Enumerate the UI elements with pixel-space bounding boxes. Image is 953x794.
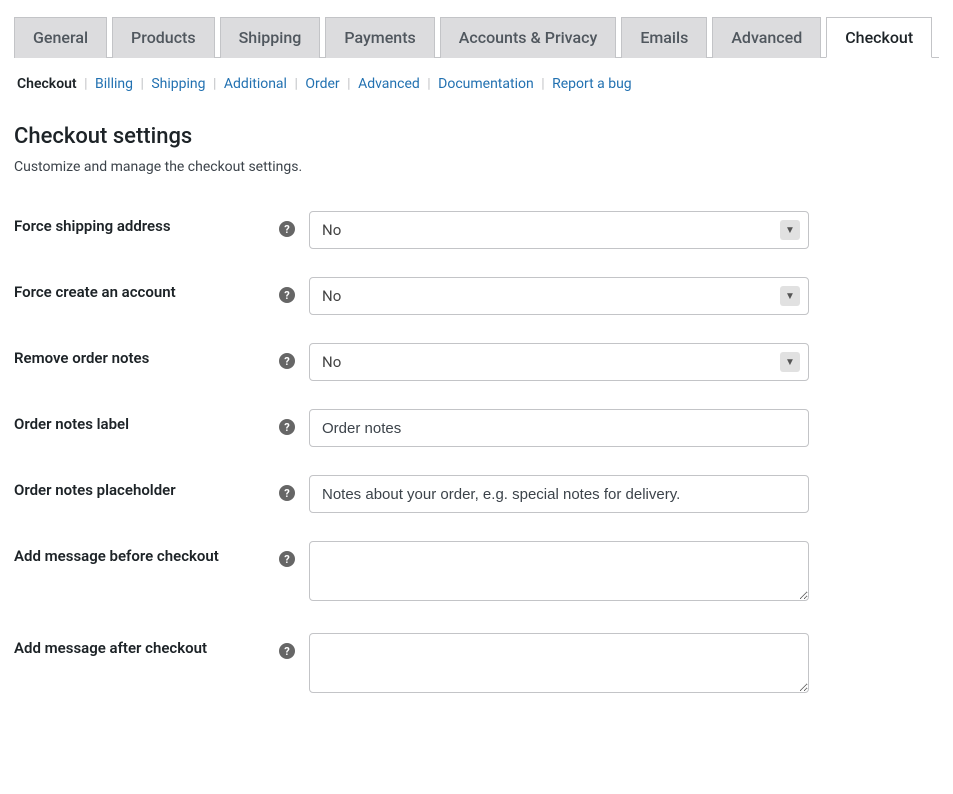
- row-force-shipping-address: Force shipping address ? No ▼: [14, 197, 939, 263]
- label-msg-before-checkout: Add message before checkout: [14, 527, 279, 619]
- help-icon[interactable]: ?: [279, 287, 295, 303]
- section-description: Customize and manage the checkout settin…: [14, 159, 939, 175]
- subnav-additional[interactable]: Additional: [224, 76, 287, 92]
- help-icon[interactable]: ?: [279, 353, 295, 369]
- select-value: No: [322, 287, 341, 305]
- section-title: Checkout settings: [14, 124, 939, 149]
- input-order-notes-placeholder[interactable]: [309, 475, 809, 513]
- row-msg-after-checkout: Add message after checkout ?: [14, 619, 939, 711]
- subnav-order[interactable]: Order: [305, 76, 339, 92]
- label-remove-order-notes: Remove order notes: [14, 329, 279, 395]
- row-msg-before-checkout: Add message before checkout ?: [14, 527, 939, 619]
- tab-general[interactable]: General: [14, 17, 107, 58]
- row-order-notes-placeholder: Order notes placeholder ?: [14, 461, 939, 527]
- tab-products[interactable]: Products: [112, 17, 215, 58]
- subnav-checkout[interactable]: Checkout: [17, 76, 77, 92]
- chevron-down-icon: ▼: [780, 286, 800, 306]
- row-force-create-account: Force create an account ? No ▼: [14, 263, 939, 329]
- input-order-notes-label[interactable]: [309, 409, 809, 447]
- tab-accounts-privacy[interactable]: Accounts & Privacy: [440, 17, 617, 58]
- tab-advanced[interactable]: Advanced: [712, 17, 821, 58]
- help-icon[interactable]: ?: [279, 485, 295, 501]
- subnav-shipping[interactable]: Shipping: [151, 76, 205, 92]
- help-icon[interactable]: ?: [279, 221, 295, 237]
- select-value: No: [322, 353, 341, 371]
- chevron-down-icon: ▼: [780, 220, 800, 240]
- row-remove-order-notes: Remove order notes ? No ▼: [14, 329, 939, 395]
- help-icon[interactable]: ?: [279, 643, 295, 659]
- row-order-notes-label: Order notes label ?: [14, 395, 939, 461]
- help-icon[interactable]: ?: [279, 419, 295, 435]
- subnav-report-bug[interactable]: Report a bug: [552, 76, 632, 92]
- settings-page: General Products Shipping Payments Accou…: [0, 0, 953, 727]
- textarea-msg-after-checkout[interactable]: [309, 633, 809, 693]
- help-icon[interactable]: ?: [279, 551, 295, 567]
- select-remove-order-notes[interactable]: No ▼: [309, 343, 809, 381]
- chevron-down-icon: ▼: [780, 352, 800, 372]
- select-force-shipping-address[interactable]: No ▼: [309, 211, 809, 249]
- tab-shipping[interactable]: Shipping: [220, 17, 321, 58]
- tab-checkout[interactable]: Checkout: [826, 17, 932, 58]
- sub-nav: Checkout | Billing | Shipping | Addition…: [14, 76, 939, 92]
- textarea-msg-before-checkout[interactable]: [309, 541, 809, 601]
- subnav-advanced[interactable]: Advanced: [358, 76, 420, 92]
- settings-form: Force shipping address ? No ▼ Force crea…: [14, 197, 939, 711]
- tab-payments[interactable]: Payments: [325, 17, 434, 58]
- label-msg-after-checkout: Add message after checkout: [14, 619, 279, 711]
- label-order-notes-placeholder: Order notes placeholder: [14, 461, 279, 527]
- label-force-create-account: Force create an account: [14, 263, 279, 329]
- tab-emails[interactable]: Emails: [621, 17, 707, 58]
- label-force-shipping-address: Force shipping address: [14, 197, 279, 263]
- label-order-notes-label: Order notes label: [14, 395, 279, 461]
- select-force-create-account[interactable]: No ▼: [309, 277, 809, 315]
- select-value: No: [322, 221, 341, 239]
- subnav-billing[interactable]: Billing: [95, 76, 133, 92]
- main-tabs: General Products Shipping Payments Accou…: [14, 16, 939, 58]
- subnav-documentation[interactable]: Documentation: [438, 76, 534, 92]
